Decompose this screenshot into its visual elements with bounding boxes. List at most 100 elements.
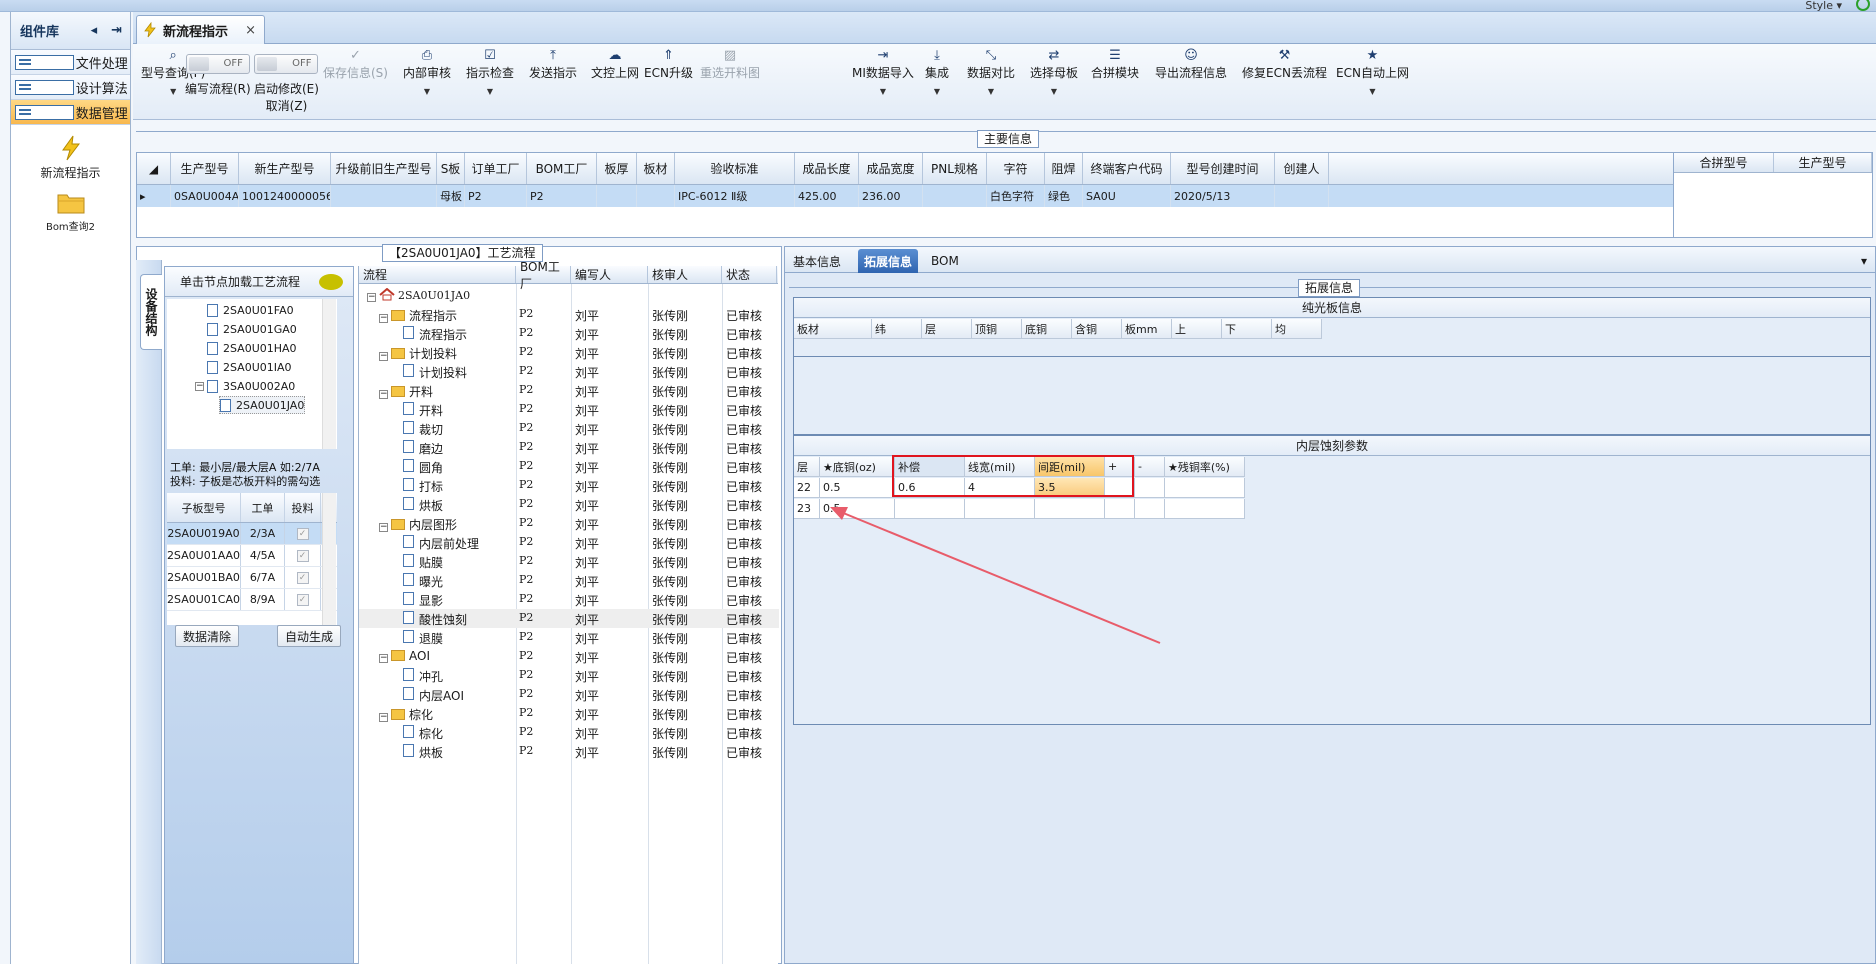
edit-flow-toggle[interactable]: OFF 编写流程(R) [185, 54, 251, 97]
status-cell[interactable]: 已审核 [726, 706, 762, 723]
start-modify-toggle[interactable]: OFF 启动修改(E) 取消(Z) [254, 54, 319, 114]
bom-factory-cell[interactable]: P2 [519, 516, 533, 529]
status-cell[interactable]: 已审核 [726, 573, 762, 590]
table-cell[interactable]: 6/7A [241, 567, 285, 588]
integrate-button[interactable]: ⤓ 集成 ▼ [925, 48, 949, 96]
status-cell[interactable]: 已审核 [726, 611, 762, 628]
column-header[interactable]: 验收标准 [675, 153, 795, 184]
reviewer-cell[interactable]: 张传刚 [652, 516, 688, 533]
process-row[interactable]: 内层前处理 P2 刘平 张传刚 已审核 [359, 533, 779, 552]
column-header[interactable]: S板 [437, 153, 465, 184]
writer-cell[interactable]: 刘平 [575, 402, 599, 419]
collapse-icon[interactable]: − [195, 381, 204, 391]
column-header[interactable]: 成品长度 [795, 153, 859, 184]
writer-cell[interactable]: 刘平 [575, 516, 599, 533]
process-row[interactable]: 流程指示 P2 刘平 张传刚 已审核 [359, 324, 779, 343]
reviewer-cell[interactable]: 张传刚 [652, 649, 688, 666]
table-cell[interactable]: 10012400000561 [239, 185, 331, 207]
column-header[interactable]: 板材 [794, 319, 872, 339]
writer-cell[interactable]: 刘平 [575, 478, 599, 495]
table-cell[interactable]: 0.5 [820, 499, 895, 519]
process-row[interactable]: 冲孔 P2 刘平 张传刚 已审核 [359, 666, 779, 685]
column-header[interactable]: ★残铜率(%) [1165, 457, 1245, 477]
writer-cell[interactable]: 刘平 [575, 668, 599, 685]
table-cell[interactable] [923, 185, 987, 207]
table-cell[interactable]: 母板 [437, 185, 465, 207]
reviewer-cell[interactable]: 张传刚 [652, 383, 688, 400]
nav-item-file-processing[interactable]: 文件处理 [11, 50, 130, 75]
tree-node[interactable]: 2SA0U01IA0 [207, 358, 292, 376]
panel-menu-icon[interactable]: ▾ [1855, 249, 1873, 273]
table-cell[interactable] [331, 185, 437, 207]
tab-equipment-structure[interactable]: 设备结构 [140, 274, 162, 350]
bom-factory-cell[interactable]: P2 [519, 345, 533, 358]
writer-cell[interactable]: 刘平 [575, 326, 599, 343]
internal-review-button[interactable]: ⎙ 内部审核 ▼ [403, 48, 451, 96]
process-row[interactable]: − AOI P2 刘平 张传刚 已审核 [359, 647, 779, 666]
column-header[interactable]: 板厚 [597, 153, 637, 184]
writer-cell[interactable]: 刘平 [575, 725, 599, 742]
bom-factory-cell[interactable]: P2 [519, 725, 533, 738]
writer-cell[interactable]: 刘平 [575, 383, 599, 400]
writer-cell[interactable]: 刘平 [575, 573, 599, 590]
table-row[interactable]: 23 0.5 [794, 499, 1245, 519]
collapse-icon[interactable]: − [379, 390, 388, 399]
column-header[interactable]: ★底铜(oz) [820, 457, 895, 477]
column-header[interactable]: 顶铜 [972, 319, 1022, 339]
bom-factory-cell[interactable]: P2 [519, 307, 533, 320]
select-master-button[interactable]: ⇄ 选择母板 ▼ [1030, 48, 1078, 96]
clear-data-button[interactable]: 数据清除 [175, 625, 239, 647]
column-header[interactable]: PNL规格 [923, 153, 987, 184]
column-header[interactable]: 字符 [987, 153, 1045, 184]
tree-node[interactable]: − 3SA0U002A0 [195, 377, 295, 395]
column-header[interactable]: 层 [794, 457, 820, 477]
process-row[interactable]: − 棕化 P2 刘平 张传刚 已审核 [359, 704, 779, 723]
writer-cell[interactable]: 刘平 [575, 497, 599, 514]
column-header[interactable]: 合拼型号 [1674, 153, 1774, 172]
collapse-icon[interactable]: − [367, 293, 376, 302]
reviewer-cell[interactable]: 张传刚 [652, 592, 688, 609]
writer-cell[interactable]: 刘平 [575, 345, 599, 362]
column-header[interactable]: BOM工厂 [527, 153, 597, 184]
table-cell[interactable]: 425.00 [795, 185, 859, 207]
reviewer-cell[interactable]: 张传刚 [652, 326, 688, 343]
toggle-switch[interactable]: OFF [254, 54, 319, 74]
table-cell[interactable]: 236.00 [859, 185, 923, 207]
bom-factory-cell[interactable]: P2 [519, 706, 533, 719]
table-cell[interactable] [1135, 478, 1165, 498]
status-cell[interactable]: 已审核 [726, 535, 762, 552]
column-header[interactable]: 投料 [285, 493, 321, 522]
reviewer-cell[interactable]: 张传刚 [652, 459, 688, 476]
bom-factory-cell[interactable]: P2 [519, 744, 533, 757]
table-row[interactable]: 2SA0U019A0 2/3A ✓ [167, 523, 337, 545]
column-header[interactable]: 生产型号 [1774, 153, 1872, 172]
tree-node-selected[interactable]: 2SA0U01JA0 [219, 396, 306, 414]
writer-cell[interactable]: 刘平 [575, 535, 599, 552]
column-header[interactable]: 板材 [637, 153, 675, 184]
table-cell[interactable]: P2 [527, 185, 597, 207]
process-row[interactable]: 内层AOI P2 刘平 张传刚 已审核 [359, 685, 779, 704]
process-row[interactable]: − 内层图形 P2 刘平 张传刚 已审核 [359, 514, 779, 533]
process-row[interactable]: 裁切 P2 刘平 张传刚 已审核 [359, 419, 779, 438]
mi-import-button[interactable]: ⇥ MI数据导入 ▼ [852, 48, 914, 96]
bom-factory-cell[interactable]: P2 [519, 649, 533, 662]
column-header[interactable]: 成品宽度 [859, 153, 923, 184]
table-cell[interactable]: 0SA0U004A0 [171, 185, 239, 207]
bom-factory-cell[interactable]: P2 [519, 535, 533, 548]
table-cell[interactable]: P2 [465, 185, 527, 207]
sub-board-scrollbar[interactable] [322, 493, 336, 625]
reviewer-cell[interactable]: 张传刚 [652, 478, 688, 495]
process-row[interactable]: − 开料 P2 刘平 张传刚 已审核 [359, 381, 779, 400]
collapse-icon[interactable]: − [379, 713, 388, 722]
table-cell[interactable]: 0.5 [820, 478, 895, 498]
status-cell[interactable]: 已审核 [726, 478, 762, 495]
table-cell[interactable]: 2SA0U019A0 [167, 523, 241, 544]
column-header[interactable]: 新生产型号 [239, 153, 331, 184]
feed-checkbox[interactable]: ✓ [296, 549, 309, 562]
table-cell[interactable]: 4/5A [241, 545, 285, 566]
column-header[interactable]: 终端客户代码 [1083, 153, 1171, 184]
status-cell[interactable]: 已审核 [726, 649, 762, 666]
table-cell[interactable]: 8/9A [241, 589, 285, 610]
table-cell[interactable] [1275, 185, 1329, 207]
bom-factory-cell[interactable]: P2 [519, 326, 533, 339]
